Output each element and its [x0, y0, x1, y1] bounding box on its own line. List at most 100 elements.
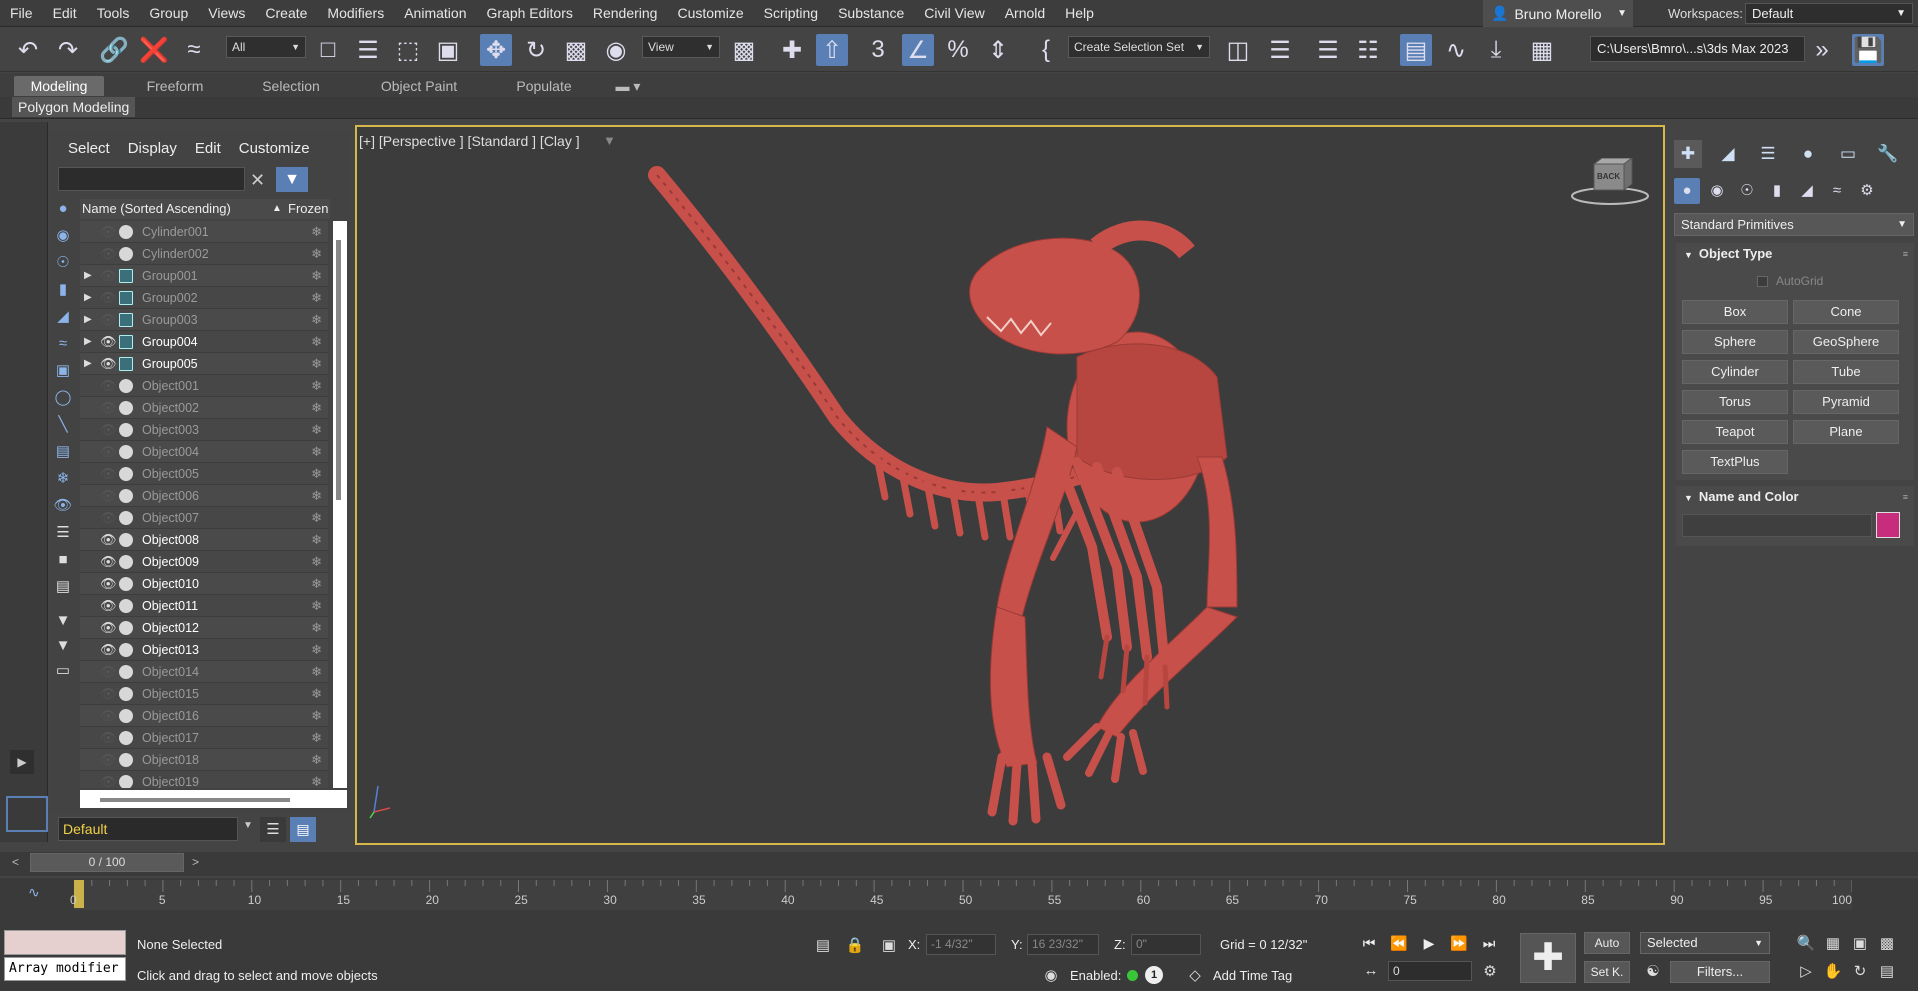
frozen-toggle-icon[interactable]: ❄: [311, 265, 322, 287]
viewcube[interactable]: BACK: [1570, 157, 1650, 208]
toggle-ribbon-icon[interactable]: ▤: [1400, 34, 1432, 66]
time-tag-icon[interactable]: ◇: [1184, 966, 1206, 984]
scene-explorer-toggle-icon[interactable]: ▤: [290, 817, 316, 842]
list-item[interactable]: 👁 Object011 ❄: [80, 595, 328, 617]
tab-selection[interactable]: Selection: [248, 76, 334, 96]
orbit-icon[interactable]: ↻: [1849, 962, 1871, 980]
frozen-toggle-icon[interactable]: ❄: [311, 353, 322, 375]
filter-toggle-icon[interactable]: ▼: [52, 635, 74, 657]
angle-snap-icon[interactable]: ∠: [902, 34, 934, 66]
menu-graph-editors[interactable]: Graph Editors: [476, 0, 582, 27]
enabled-count-badge[interactable]: 1: [1145, 966, 1163, 984]
menu-arnold[interactable]: Arnold: [995, 0, 1055, 27]
geosphere-button[interactable]: GeoSphere: [1793, 330, 1899, 354]
expand-arrow-icon[interactable]: ▶: [84, 331, 92, 353]
display-invert-icon[interactable]: ▤: [52, 576, 74, 598]
frozen-toggle-icon[interactable]: ❄: [311, 243, 322, 265]
save-icon[interactable]: 💾: [1852, 34, 1884, 66]
explorer-menu-customize[interactable]: Customize: [239, 140, 310, 157]
name-column-header[interactable]: Name (Sorted Ascending): [82, 199, 231, 219]
hierarchy-tab-icon[interactable]: ☰: [1754, 140, 1782, 168]
list-scroll-thumb[interactable]: [336, 240, 341, 500]
pivot-center-icon[interactable]: ▩: [728, 34, 760, 66]
time-slider[interactable]: 0 / 100: [30, 853, 184, 872]
select-move-icon[interactable]: ✥: [480, 34, 512, 66]
z-coord-field[interactable]: 0": [1131, 934, 1201, 955]
frozen-toggle-icon[interactable]: ❄: [311, 661, 322, 683]
tab-freeform[interactable]: Freeform: [128, 76, 222, 96]
current-frame-field[interactable]: 0: [1388, 961, 1472, 981]
expand-arrow-icon[interactable]: ▶: [84, 287, 92, 309]
utilities-tab-icon[interactable]: 🔧: [1874, 140, 1902, 168]
list-item[interactable]: 👁 Object002 ❄: [80, 397, 328, 419]
visibility-eye-icon[interactable]: 👁: [100, 287, 117, 309]
frozen-toggle-icon[interactable]: ❄: [311, 287, 322, 309]
key-filters-button[interactable]: Filters...: [1670, 961, 1770, 983]
visibility-eye-icon[interactable]: 👁: [100, 595, 117, 617]
frozen-toggle-icon[interactable]: ❄: [311, 727, 322, 749]
chevron-down-icon[interactable]: ▼: [243, 820, 253, 831]
motion-tab-icon[interactable]: ●: [1794, 140, 1822, 168]
next-key-icon[interactable]: ⏩: [1446, 932, 1472, 954]
frozen-toggle-icon[interactable]: ❄: [311, 639, 322, 661]
textplus-button[interactable]: TextPlus: [1682, 450, 1788, 474]
visibility-eye-icon[interactable]: 👁: [100, 727, 117, 749]
visibility-eye-icon[interactable]: 👁: [100, 243, 117, 265]
undo-icon[interactable]: ↶: [12, 34, 44, 66]
shapes-filter-icon[interactable]: ◉: [52, 225, 74, 247]
menu-rendering[interactable]: Rendering: [583, 0, 668, 27]
curve-editor-mini-icon[interactable]: ∿: [28, 884, 40, 901]
containers-filter-icon[interactable]: ▤: [52, 441, 74, 463]
list-item[interactable]: 👁 Object013 ❄: [80, 639, 328, 661]
expand-arrow-icon[interactable]: ▶: [84, 265, 92, 287]
percent-snap-icon[interactable]: %: [942, 34, 974, 66]
expand-arrow-icon[interactable]: ▶: [84, 353, 92, 375]
list-item[interactable]: 👁 Object019 ❄: [80, 771, 328, 788]
field-of-view-icon[interactable]: ▷: [1795, 962, 1817, 980]
menu-scripting[interactable]: Scripting: [754, 0, 828, 27]
go-to-end-icon[interactable]: ⏭: [1476, 932, 1502, 954]
visibility-eye-icon[interactable]: 👁: [100, 771, 117, 788]
geometry-category-icon[interactable]: ●: [1674, 178, 1700, 204]
list-item[interactable]: ▶ 👁 Group001 ❄: [80, 265, 328, 287]
selection-set-icon[interactable]: ▭: [52, 660, 74, 682]
list-item[interactable]: ▶ 👁 Group005 ❄: [80, 353, 328, 375]
list-item[interactable]: 👁 Object003 ❄: [80, 419, 328, 441]
visibility-eye-icon[interactable]: 👁: [100, 463, 117, 485]
list-item[interactable]: 👁 Object010 ❄: [80, 573, 328, 595]
snaps-toggle-icon[interactable]: 3: [862, 34, 894, 66]
enabled-status-dot[interactable]: [1127, 970, 1138, 981]
xrefs-filter-icon[interactable]: ◯: [52, 387, 74, 409]
select-scale-icon[interactable]: ▩: [560, 34, 592, 66]
explorer-menu-edit[interactable]: Edit: [195, 140, 221, 157]
maxscript-listener-output[interactable]: [4, 930, 126, 955]
groups-filter-icon[interactable]: ▣: [52, 360, 74, 382]
select-object-icon[interactable]: □: [312, 34, 344, 66]
list-item[interactable]: 👁 Object012 ❄: [80, 617, 328, 639]
absolute-mode-icon[interactable]: ▣: [878, 936, 900, 954]
display-tab-icon[interactable]: ▭: [1834, 140, 1862, 168]
set-key-button[interactable]: ✚: [1520, 933, 1576, 983]
sphere-button[interactable]: Sphere: [1682, 330, 1788, 354]
set-key-mode-button[interactable]: Set K.: [1584, 961, 1630, 983]
list-item[interactable]: 👁 Object015 ❄: [80, 683, 328, 705]
cameras-filter-icon[interactable]: ▮: [52, 279, 74, 301]
keyboard-shortcut-override-icon[interactable]: ⇧: [816, 34, 848, 66]
menu-substance[interactable]: Substance: [828, 0, 914, 27]
list-item[interactable]: 👁 Object017 ❄: [80, 727, 328, 749]
rectangle-selection-icon[interactable]: ⬚: [392, 34, 424, 66]
key-mode-icon[interactable]: ↔: [1360, 962, 1382, 979]
list-item[interactable]: 👁 Object014 ❄: [80, 661, 328, 683]
tube-button[interactable]: Tube: [1793, 360, 1899, 384]
bones-filter-icon[interactable]: ╲: [52, 414, 74, 436]
select-place-icon[interactable]: ◉: [600, 34, 632, 66]
visibility-eye-icon[interactable]: 👁: [100, 265, 117, 287]
menu-modifiers[interactable]: Modifiers: [317, 0, 394, 27]
menu-help[interactable]: Help: [1055, 0, 1104, 27]
ribbon-options-icon[interactable]: ▬ ▾: [610, 76, 646, 96]
visibility-eye-icon[interactable]: 👁: [100, 375, 117, 397]
menu-tools[interactable]: Tools: [87, 0, 140, 27]
list-item[interactable]: 👁 Cylinder002 ❄: [80, 243, 328, 265]
visibility-eye-icon[interactable]: 👁: [100, 749, 117, 771]
helpers-filter-icon[interactable]: ◢: [52, 306, 74, 328]
